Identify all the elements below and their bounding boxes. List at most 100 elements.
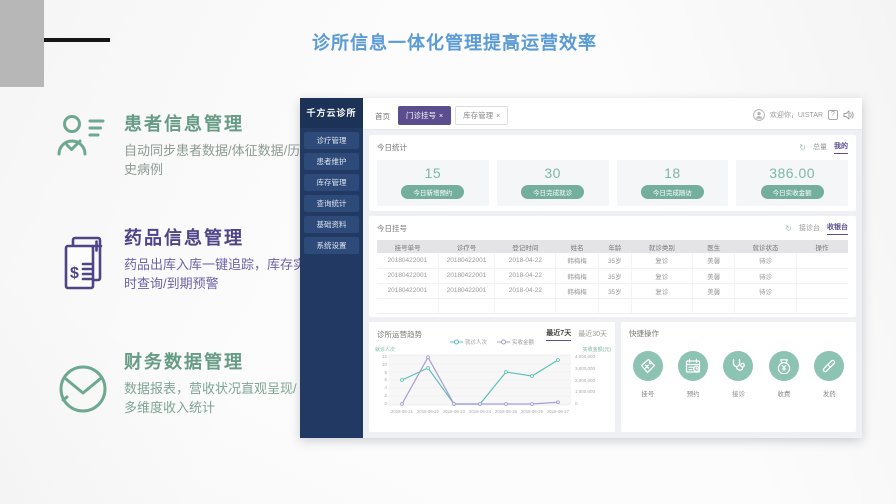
quick-consult-button[interactable]: 接诊: [723, 351, 753, 398]
cell: 复诊: [631, 268, 692, 283]
feature-patient-info: 患者信息管理 自动同步患者数据/体征数据/历史病例: [124, 110, 302, 180]
right-tick: 2,000,000: [575, 378, 595, 383]
quick-label: 预约: [678, 388, 708, 398]
quick-label: 发药: [814, 388, 844, 398]
corner-decoration-block: [0, 0, 44, 87]
right-axis-label: 实收金额(元): [583, 346, 611, 353]
left-tick: 0: [384, 401, 387, 406]
today-stats-card: 今日统计 ↻ 总量 我的 15 今日新增预约 30 今日完成就诊 18: [369, 135, 856, 211]
refresh-icon[interactable]: ↻: [799, 143, 806, 152]
column-header: 操作: [796, 240, 848, 253]
right-tick: 3,000,000: [575, 366, 595, 371]
reg-toggle-consult-desk[interactable]: 接诊台: [799, 223, 820, 235]
reg-toggle-cashier-desk[interactable]: 收银台: [827, 222, 848, 235]
refresh-icon[interactable]: ↻: [785, 224, 792, 233]
cell: 20180422001: [438, 283, 495, 298]
cell: [796, 253, 848, 268]
x-axis-ticks: 2018-06-212018-06-222018-06-232018-06-24…: [389, 409, 571, 414]
cell: 20180422001: [377, 253, 438, 268]
column-header: 医生: [693, 240, 735, 253]
tab-label: 门诊挂号: [406, 111, 436, 120]
feature-drug-info: 药品信息管理 药品出库入库一键追踪，库存实时查询/到期预警: [124, 224, 306, 294]
user-check-icon: [56, 112, 106, 162]
stat-label-pill[interactable]: 今日实收金额: [761, 185, 824, 199]
app-brand: 千方云诊所: [300, 98, 363, 128]
clinic-app-window: 千方云诊所 诊疗管理 患者维护 库存管理 查询统计 基础资料 系统设置 首页 门…: [300, 98, 862, 438]
left-tick: 6: [384, 377, 387, 382]
stat-label-pill[interactable]: 今日完成就诊: [521, 185, 584, 199]
help-icon[interactable]: ?: [828, 110, 838, 120]
stat-card-row: 15 今日新增预约 30 今日完成就诊 18 今日完成随访 386.00 今日实…: [377, 160, 848, 206]
tab-bar: 首页 门诊挂号× 库存管理×: [363, 106, 508, 129]
cell: [796, 283, 848, 298]
stat-completed-visits: 30 今日完成就诊: [497, 160, 609, 206]
cell: 20180422001: [377, 268, 438, 283]
stat-label-pill[interactable]: 今日新增预约: [401, 185, 464, 199]
quick-dispense-button[interactable]: 发药: [814, 351, 844, 398]
cell: 2018-04-22: [495, 283, 556, 298]
speaker-icon[interactable]: [843, 110, 854, 120]
stat-value: 18: [617, 165, 729, 181]
pie-chart-icon: [56, 362, 110, 416]
tab-inventory[interactable]: 库存管理×: [455, 106, 508, 125]
calendar-icon: [678, 351, 708, 381]
quick-card-title: 快捷操作: [629, 328, 659, 339]
quick-label: 挂号: [633, 388, 663, 398]
cell: 韩梅梅: [556, 253, 598, 268]
stat-received-amount: 386.00 今日实收金额: [736, 160, 848, 206]
feature-description: 数据报表，营收状况直观呈现/多维度收入统计: [124, 380, 302, 418]
x-tick: 2018-06-26: [521, 409, 543, 414]
sidebar-item-inventory-mgmt[interactable]: 库存管理: [304, 174, 359, 191]
feature-title: 药品信息管理: [124, 224, 306, 250]
table-row-empty: [377, 298, 848, 313]
cell: 20180422001: [377, 283, 438, 298]
tab-label: 首页: [375, 112, 390, 121]
sidebar-item-basic-data[interactable]: 基础资料: [304, 216, 359, 233]
quick-appointment-button[interactable]: 预约: [678, 351, 708, 398]
slide-title: 诊所信息一体化管理提高运营效率: [312, 29, 597, 55]
table-row[interactable]: 20180422001 20180422001 2018-04-22 韩梅梅 3…: [377, 283, 848, 298]
today-registrations-card: 今日挂号 ↻ 接诊台 收银台 挂号单号 诊疗号 登记时间 姓名 年龄 就诊类别: [369, 216, 856, 317]
sidebar-item-query-stats[interactable]: 查询统计: [304, 195, 359, 212]
quick-label: 接诊: [723, 388, 753, 398]
column-header: 登记时间: [495, 240, 556, 253]
cell: 20180422001: [438, 268, 495, 283]
tab-outpatient-registration[interactable]: 门诊挂号×: [398, 106, 451, 125]
close-icon[interactable]: ×: [439, 113, 443, 120]
sidebar-item-patient-care[interactable]: 患者维护: [304, 153, 359, 170]
trend-chart-card: 诊所运营趋势 最近7天 最近30天 就诊人次实收金额 就诊人次 实收金额(元) …: [369, 322, 615, 432]
cell: 美馨: [693, 253, 735, 268]
table-header-row: 挂号单号 诊疗号 登记时间 姓名 年龄 就诊类别 医生 就诊状态 操作: [377, 240, 848, 253]
title-dash-decoration: [44, 38, 110, 42]
tab-home[interactable]: 首页: [371, 108, 394, 125]
trend-line-chart: [389, 354, 571, 406]
capsule-icon: [814, 351, 844, 381]
legend-item: 实收金额: [497, 338, 534, 346]
stats-toggle-total[interactable]: 总量: [813, 142, 827, 154]
cell: 待诊: [735, 253, 796, 268]
quick-charge-button[interactable]: 收费: [769, 351, 799, 398]
stats-toggle-mine[interactable]: 我的: [834, 141, 848, 154]
cell: 2018-04-22: [495, 253, 556, 268]
x-tick: 2018-06-27: [547, 409, 569, 414]
stat-label-pill[interactable]: 今日完成随访: [641, 185, 704, 199]
presentation-slide: 诊所信息一体化管理提高运营效率 患者信息管理 自动同步患者数据/体征数据/历史病…: [0, 0, 896, 504]
right-tick: 1,000,000: [575, 389, 595, 394]
quick-operation-row: 挂号 预约: [621, 351, 856, 398]
quick-register-button[interactable]: 挂号: [633, 351, 663, 398]
cell: 复诊: [631, 283, 692, 298]
sidebar-item-clinic-mgmt[interactable]: 诊疗管理: [304, 132, 359, 149]
quick-operations-card: 快捷操作 挂号: [621, 322, 856, 432]
cell: 35岁: [598, 268, 631, 283]
x-tick: 2018-06-25: [495, 409, 517, 414]
sidebar-item-system-settings[interactable]: 系统设置: [304, 237, 359, 254]
table-row[interactable]: 20180422001 20180422001 2018-04-22 韩梅梅 3…: [377, 268, 848, 283]
column-header: 姓名: [556, 240, 598, 253]
right-tick: 0: [575, 401, 578, 406]
close-icon[interactable]: ×: [496, 113, 500, 120]
table-row[interactable]: 20180422001 20180422001 2018-04-22 韩梅梅 3…: [377, 253, 848, 268]
feature-description: 自动同步患者数据/体征数据/历史病例: [124, 142, 302, 180]
avatar-icon[interactable]: [753, 109, 765, 121]
cell: 待诊: [735, 268, 796, 283]
user-area: 欢迎你，UISTAR ?: [753, 109, 862, 129]
